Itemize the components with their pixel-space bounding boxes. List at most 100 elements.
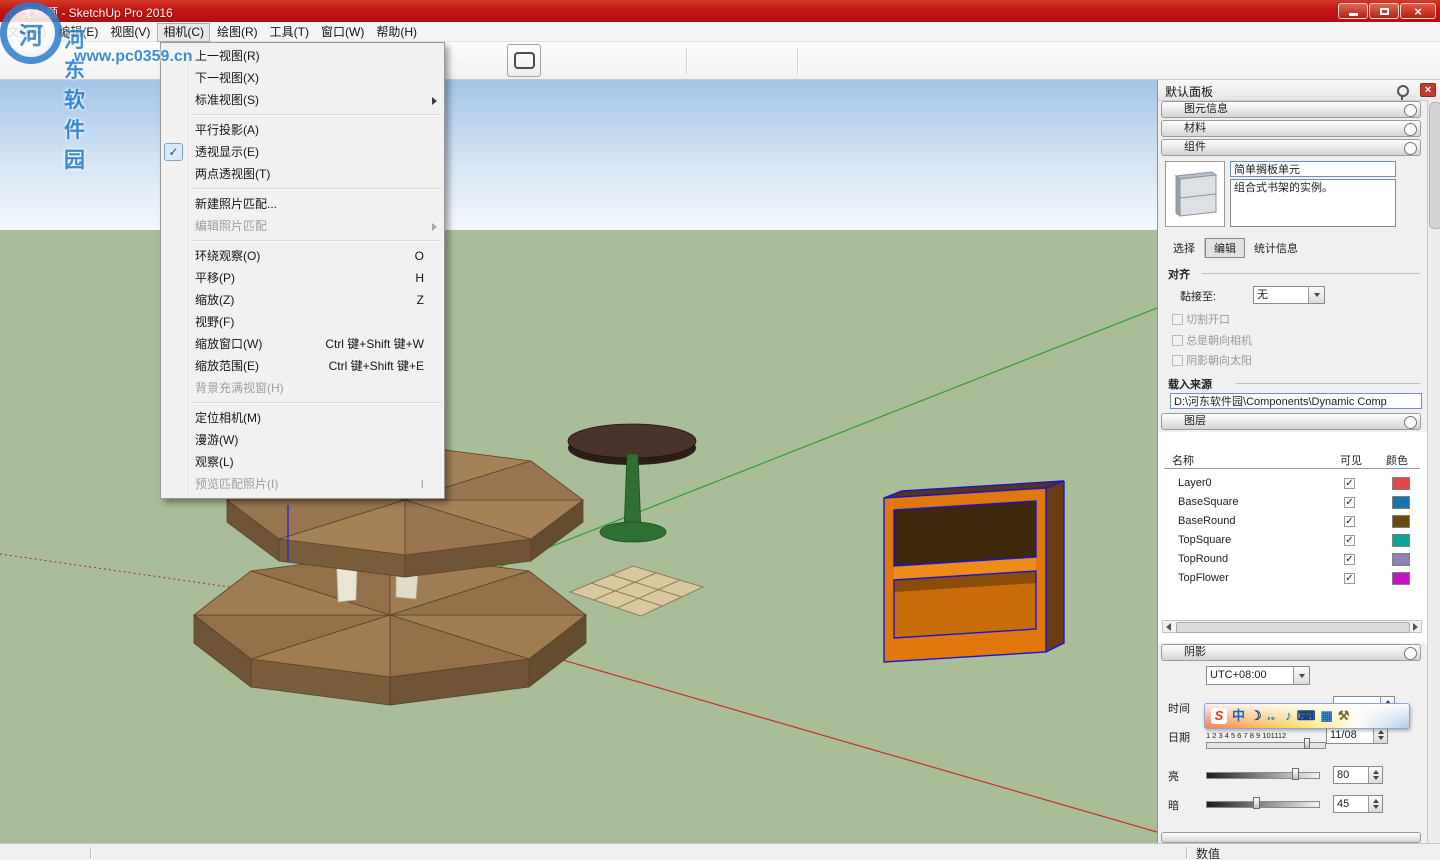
menu-item-zoom-window[interactable]: 缩放窗口(W)Ctrl 键+Shift 键+W [161,333,444,355]
dropdown-arrow-icon[interactable] [1293,667,1309,684]
toolbar-button[interactable] [507,44,541,77]
minimize-button[interactable] [1338,3,1368,19]
menu-item-zoom-extents[interactable]: 缩放范围(E)Ctrl 键+Shift 键+E [161,355,444,377]
collapse-toggle-icon[interactable] [1404,647,1417,660]
menubar-item-camera[interactable]: 相机(C) [157,23,210,42]
menubar-item-tools[interactable]: 工具(T) [265,22,314,41]
layers-horizontal-scrollbar[interactable] [1162,620,1422,633]
bookshelf-component[interactable] [884,481,1064,662]
layers-col-visible: 可见 [1340,452,1362,468]
tab-statistics[interactable]: 统计信息 [1245,238,1307,258]
voice-input-icon[interactable]: ♪ [1285,708,1292,724]
layer-visible-checkbox[interactable]: ✓ [1344,516,1355,527]
chinese-mode-icon[interactable]: 中 [1232,708,1245,724]
pin-icon[interactable] [1397,85,1409,97]
punctuation-icon[interactable]: ，。 [1267,708,1281,724]
layer-visible-checkbox[interactable]: ✓ [1344,573,1355,584]
glue-to-dropdown[interactable]: 无 [1253,286,1325,304]
light-value-box[interactable]: 80 [1333,766,1383,784]
menu-item-position-camera[interactable]: 定位相机(M) [161,407,444,429]
layer-color-swatch[interactable] [1392,572,1410,585]
section-header-layers[interactable]: 图层 [1161,413,1421,430]
face-camera-checkbox-row: 总是朝向相机 [1172,332,1252,348]
panel-close-button[interactable]: × [1420,83,1436,97]
halfwidth-moon-icon[interactable]: ☽ [1250,708,1262,724]
layer-row[interactable]: TopFlower ✓ [1158,569,1427,588]
layer-visible-checkbox[interactable]: ✓ [1344,478,1355,489]
layer-color-swatch[interactable] [1392,496,1410,509]
menu-item-match-new-photo[interactable]: 新建照片匹配... [161,193,444,215]
dark-slider-handle[interactable] [1253,797,1260,809]
layer-row[interactable]: TopSquare ✓ [1158,531,1427,550]
toolbox-icon[interactable]: ▦ [1320,708,1332,724]
layer-row[interactable]: BaseSquare ✓ [1158,493,1427,512]
menubar-item-draw[interactable]: 绘图(R) [212,22,263,41]
collapse-toggle-icon[interactable] [1404,142,1417,155]
layer-color-swatch[interactable] [1392,477,1410,490]
light-slider[interactable] [1206,772,1320,779]
layer-row[interactable]: Layer0 ✓ [1158,474,1427,493]
utc-dropdown[interactable]: UTC+08:00 [1206,666,1310,685]
tab-edit[interactable]: 编辑 [1205,238,1245,258]
layer-visible-checkbox[interactable]: ✓ [1344,535,1355,546]
dark-slider[interactable] [1206,801,1320,808]
layer-row[interactable]: TopRound ✓ [1158,550,1427,569]
menu-item-parallel-projection[interactable]: 平行投影(A) [161,119,444,141]
sogou-logo-icon[interactable]: S [1211,708,1227,724]
menu-item-field-of-view[interactable]: 视野(F) [161,311,444,333]
statusbar-separator [1186,847,1188,858]
scroll-right-icon[interactable] [1413,623,1418,631]
dropdown-arrow-icon[interactable] [1308,287,1324,303]
menubar-item-help[interactable]: 帮助(H) [371,22,422,41]
spinner[interactable] [1373,727,1387,743]
menu-item-zoom[interactable]: 缩放(Z)Z [161,289,444,311]
light-slider-handle[interactable] [1292,768,1299,780]
panel-vertical-scrollbar[interactable] [1427,100,1440,843]
menu-item-two-point-perspective[interactable]: 两点透视图(T) [161,163,444,185]
menubar-item-view[interactable]: 视图(V) [105,22,155,41]
scrollbar-thumb[interactable] [1176,622,1410,633]
section-header-components[interactable]: 组件 [1161,139,1421,156]
scroll-left-icon[interactable] [1166,623,1171,631]
menubar-item-window[interactable]: 窗口(W) [316,22,369,41]
collapse-toggle-icon[interactable] [1404,104,1417,117]
menubar-item-file[interactable]: 文件(F) [2,22,51,41]
clipped-panel-header[interactable] [1161,832,1421,843]
menu-item-perspective[interactable]: ✓透视显示(E) [161,141,444,163]
section-header-shadows[interactable]: 阴影 [1161,644,1421,661]
menu-item-standard-views[interactable]: 标准视图(S) [161,89,444,111]
layer-visible-checkbox[interactable]: ✓ [1344,554,1355,565]
maximize-button[interactable] [1369,3,1399,19]
collapse-toggle-icon[interactable] [1404,416,1417,429]
layer-color-swatch[interactable] [1392,534,1410,547]
menu-separator [191,114,441,116]
section-header-entity-info[interactable]: 图元信息 [1161,101,1421,118]
layer-row[interactable]: BaseRound ✓ [1158,512,1427,531]
date-slider-handle[interactable] [1304,738,1310,749]
menu-item-prev-view[interactable]: 上一视图(R) [161,45,444,67]
spinner[interactable] [1368,767,1382,783]
menu-item-next-view[interactable]: 下一视图(X) [161,67,444,89]
layer-color-swatch[interactable] [1392,553,1410,566]
collapse-toggle-icon[interactable] [1404,123,1417,136]
component-path-field[interactable]: D:\河东软件园\Components\Dynamic Comp [1170,393,1422,409]
tab-select[interactable]: 选择 [1164,238,1205,258]
component-name-field[interactable]: 简单搁板单元 [1230,161,1396,177]
menu-item-pan[interactable]: 平移(P)H [161,267,444,289]
layer-color-swatch[interactable] [1392,515,1410,528]
menu-item-look-around[interactable]: 观察(L) [161,451,444,473]
layer-visible-checkbox[interactable]: ✓ [1344,497,1355,508]
menu-item-walk[interactable]: 漫游(W) [161,429,444,451]
settings-wrench-icon[interactable]: ⚒ [1338,708,1350,724]
component-description-field[interactable]: 组合式书架的实例。 [1230,179,1396,227]
menu-item-orbit[interactable]: 环绕观察(O)O [161,245,444,267]
component-thumbnail[interactable] [1165,161,1225,227]
dark-value-box[interactable]: 45 [1333,795,1383,813]
close-button[interactable]: × [1400,3,1436,19]
section-header-materials[interactable]: 材料 [1161,120,1421,137]
spinner[interactable] [1368,796,1382,812]
scrollbar-thumb[interactable] [1429,102,1440,229]
soft-keyboard-icon[interactable]: ⌨ [1297,708,1316,724]
menubar-item-edit[interactable]: 编辑(E) [53,22,103,41]
lower-octagon-platform[interactable] [194,553,586,705]
